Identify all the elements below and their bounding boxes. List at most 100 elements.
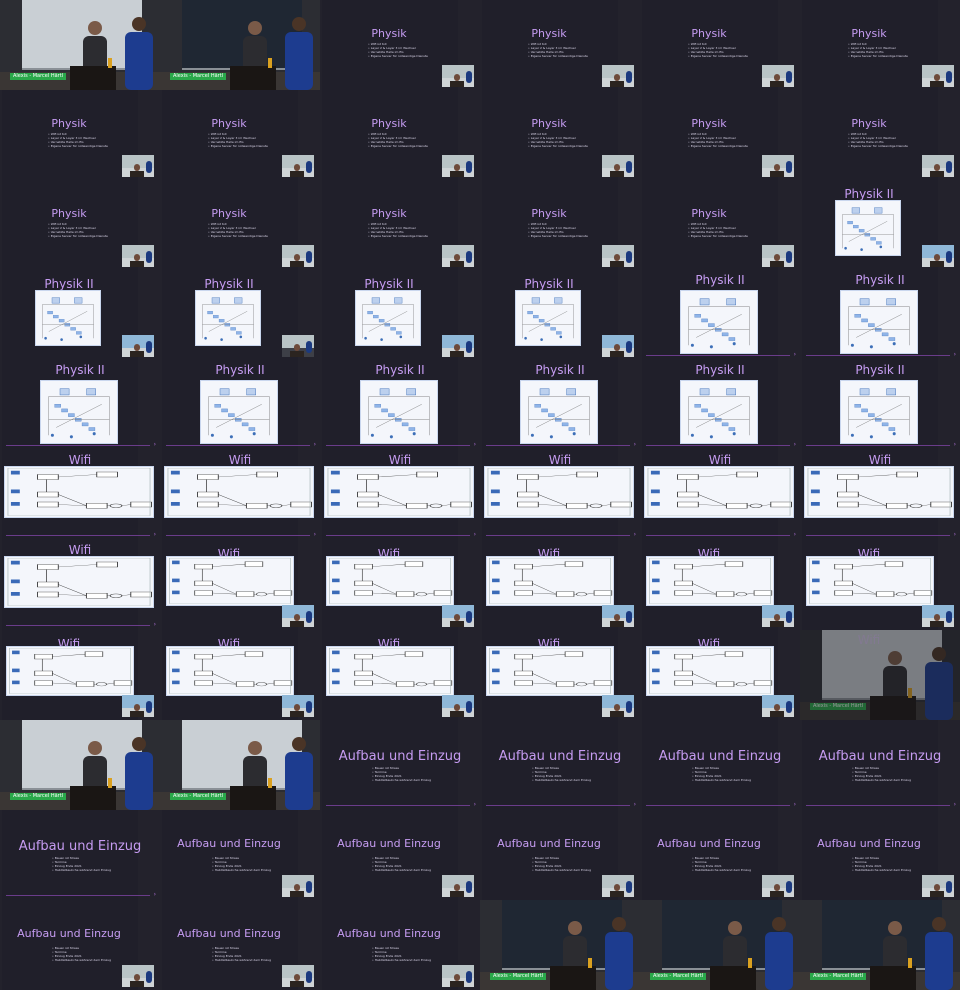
video-thumbnail[interactable]: Physik II › — [640, 270, 800, 360]
speaker-camera-inset — [762, 875, 794, 897]
video-thumbnail[interactable]: Aufbau und Einzug Bauen ist StressTermine… — [320, 900, 480, 990]
video-thumbnail[interactable]: Wifi — [480, 630, 640, 720]
diagram-part — [859, 388, 870, 396]
video-thumbnail[interactable]: Aufbau und Einzug Bauen ist StressTermine… — [160, 810, 320, 900]
video-thumbnail[interactable]: Physik Wifi ist tollLayer 2 & Layer 3 im … — [640, 180, 800, 270]
video-thumbnail[interactable]: Physik Wifi ist tollLayer 2 & Layer 3 im … — [160, 90, 320, 180]
video-thumbnail[interactable]: Physik Wifi ist tollLayer 2 & Layer 3 im … — [320, 0, 480, 90]
video-thumbnail[interactable]: Physik Wifi ist tollLayer 2 & Layer 3 im … — [480, 0, 640, 90]
video-thumbnail[interactable]: Aufbau und Einzug Bauen ist StressTermine… — [0, 900, 160, 990]
wifi-network-diagram — [649, 558, 773, 604]
diagram-part — [406, 388, 416, 396]
video-thumbnail[interactable]: Wifi › — [640, 450, 800, 540]
video-thumbnail[interactable]: Physik II › — [480, 360, 640, 450]
video-thumbnail[interactable]: Aufbau und Einzug Bauen ist StressTermine… — [160, 900, 320, 990]
diagram-part — [726, 298, 736, 306]
video-thumbnail[interactable]: Wifi — [800, 540, 960, 630]
video-thumbnail[interactable]: Physik II › — [800, 270, 960, 360]
diagram-part — [58, 584, 87, 596]
video-thumbnail[interactable]: Aufbau und Einzug Bauen ist StressTermine… — [640, 810, 800, 900]
video-thumbnail[interactable]: Physik II › — [160, 360, 320, 450]
video-thumbnail[interactable]: Physik II — [0, 270, 160, 360]
video-thumbnail[interactable]: Physik Wifi ist tollLayer 2 & Layer 3 im … — [800, 90, 960, 180]
video-thumbnail[interactable]: Wifi › — [0, 450, 160, 540]
video-thumbnail[interactable]: Aufbau und Einzug Bauen ist StressTermine… — [640, 720, 800, 810]
next-arrow-icon: › — [633, 531, 636, 538]
diagram-part — [870, 237, 876, 241]
diagram-part — [677, 474, 699, 480]
slide-background — [482, 810, 618, 900]
video-thumbnail[interactable]: Alexis - Marcel Härtl — [160, 0, 320, 90]
video-thumbnail[interactable]: Alexis - Marcel Härtl — [0, 720, 160, 810]
diagram-part — [812, 590, 820, 595]
video-thumbnail[interactable]: Physik Wifi ist tollLayer 2 & Layer 3 im … — [320, 180, 480, 270]
inset-speaker — [134, 974, 140, 981]
video-thumbnail[interactable]: Aufbau und Einzug Bauen ist StressTermine… — [480, 810, 640, 900]
video-thumbnail[interactable]: Wifi › — [480, 450, 640, 540]
video-thumbnail[interactable]: Physik Wifi ist tollLayer 2 & Layer 3 im … — [640, 90, 800, 180]
bullet-item: Eigene Server für notwendige Dienste — [48, 234, 108, 238]
wifi-network-diagram — [7, 468, 152, 516]
video-thumbnail[interactable]: Aufbau und Einzug Bauen ist StressTermine… — [320, 720, 480, 810]
video-thumbnail[interactable]: Physik Wifi ist tollLayer 2 & Layer 3 im … — [640, 0, 800, 90]
video-thumbnail[interactable]: Wifi — [0, 630, 160, 720]
video-thumbnail[interactable]: Wifi — [160, 540, 320, 630]
video-thumbnail[interactable]: Aufbau und Einzug Bauen ist StressTermine… — [800, 810, 960, 900]
video-thumbnail[interactable]: Physik II › — [640, 360, 800, 450]
diagram-part — [51, 297, 60, 304]
slide-accent-line — [486, 805, 630, 806]
physical-network-diagram — [522, 297, 574, 341]
video-thumbnail[interactable]: Wifi — [320, 630, 480, 720]
diagram-part — [433, 680, 453, 686]
video-thumbnail[interactable]: Wifi › — [800, 450, 960, 540]
video-thumbnail[interactable]: Alexis - Marcel Härtl — [160, 720, 320, 810]
video-thumbnail[interactable]: Aufbau und Einzug Bauen ist StressTermine… — [0, 810, 160, 900]
video-thumbnail[interactable]: Aufbau und Einzug Bauen ist StressTermine… — [800, 720, 960, 810]
video-thumbnail[interactable]: Physik Wifi ist tollLayer 2 & Layer 3 im … — [480, 90, 640, 180]
video-thumbnail[interactable]: Physik II › — [800, 360, 960, 450]
speaker-camera-inset — [282, 965, 314, 987]
video-thumbnail[interactable]: Alexis - Marcel Härtl — [640, 900, 800, 990]
inset-desk — [770, 81, 784, 87]
video-thumbnail[interactable]: Wifi — [480, 540, 640, 630]
video-thumbnail[interactable]: Wifi Alexis - Marcel Härtl — [800, 630, 960, 720]
video-thumbnail[interactable]: Physik II › — [320, 360, 480, 450]
diagram-part — [252, 432, 256, 436]
video-thumbnail[interactable]: Alexis - Marcel Härtl — [0, 0, 160, 90]
video-thumbnail[interactable]: Physik II — [160, 270, 320, 360]
inset-speaker — [946, 881, 952, 893]
video-thumbnail[interactable]: Wifi › — [320, 450, 480, 540]
video-thumbnail[interactable]: Wifi — [160, 630, 320, 720]
video-thumbnail[interactable]: Wifi › — [160, 450, 320, 540]
inset-speaker — [294, 614, 300, 621]
inset-speaker — [774, 254, 780, 261]
diagram-part — [172, 590, 180, 595]
video-thumbnail[interactable]: Wifi — [640, 630, 800, 720]
video-thumbnail[interactable]: Physik Wifi ist tollLayer 2 & Layer 3 im … — [480, 180, 640, 270]
slide-accent-line — [6, 535, 150, 536]
video-thumbnail[interactable]: Physik II — [320, 270, 480, 360]
video-thumbnail[interactable]: Physik II — [480, 270, 640, 360]
video-thumbnail[interactable]: Wifi › — [0, 540, 160, 630]
diagram — [326, 556, 454, 606]
video-thumbnail[interactable]: Alexis - Marcel Härtl — [800, 900, 960, 990]
video-thumbnail[interactable]: Physik II › — [0, 360, 160, 450]
video-thumbnail[interactable]: Physik II — [800, 180, 960, 270]
video-thumbnail[interactable]: Physik Wifi ist tollLayer 2 & Layer 3 im … — [320, 90, 480, 180]
slide-title: Physik — [531, 27, 567, 40]
diagram-part — [856, 404, 902, 428]
speaker-camera-inset — [282, 695, 314, 717]
video-thumbnail[interactable]: Physik Wifi ist tollLayer 2 & Layer 3 im … — [800, 0, 960, 90]
video-thumbnail[interactable]: Physik Wifi ist tollLayer 2 & Layer 3 im … — [160, 180, 320, 270]
video-thumbnail[interactable]: Physik Wifi ist tollLayer 2 & Layer 3 im … — [0, 180, 160, 270]
video-thumbnail[interactable]: Alexis - Marcel Härtl — [480, 900, 640, 990]
inset-desk — [290, 351, 304, 357]
video-thumbnail[interactable]: Aufbau und Einzug Bauen ist StressTermine… — [480, 720, 640, 810]
video-thumbnail[interactable]: Wifi — [320, 540, 480, 630]
video-thumbnail[interactable]: Physik Wifi ist tollLayer 2 & Layer 3 im … — [0, 90, 160, 180]
video-thumbnail[interactable]: Wifi — [640, 540, 800, 630]
diagram-part — [404, 561, 424, 567]
diagram-part — [230, 327, 236, 331]
diagram-part — [532, 654, 566, 657]
video-thumbnail[interactable]: Aufbau und Einzug Bauen ist StressTermine… — [320, 810, 480, 900]
